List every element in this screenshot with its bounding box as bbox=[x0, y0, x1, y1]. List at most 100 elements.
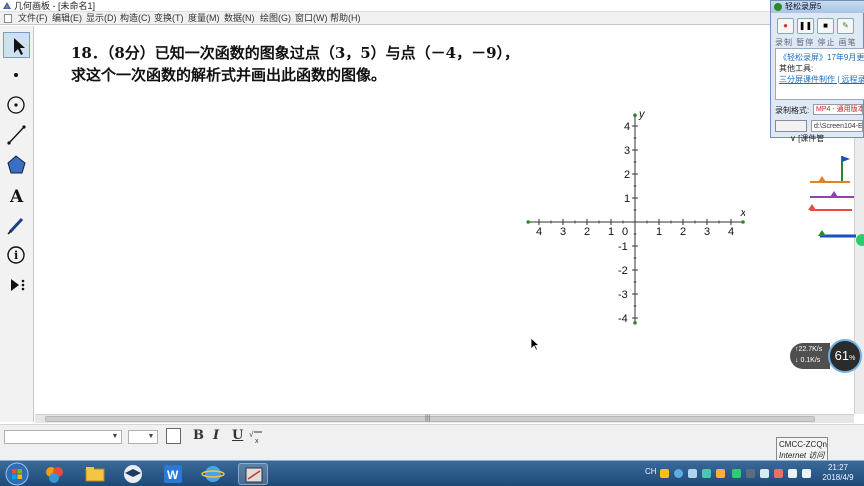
x-axis-start-point bbox=[526, 220, 530, 224]
mouse-cursor-icon bbox=[530, 337, 540, 351]
tray-settings-icon[interactable] bbox=[688, 469, 697, 478]
arrow-icon bbox=[14, 38, 25, 55]
menu-help[interactable]: 帮助(H) bbox=[330, 12, 361, 25]
taskbar-app-browser[interactable] bbox=[198, 463, 228, 485]
menu-transform[interactable]: 变换(T) bbox=[154, 12, 184, 25]
arrow-select-tool[interactable] bbox=[3, 32, 30, 58]
tray-display-icon[interactable] bbox=[760, 469, 769, 478]
courseware-toggle[interactable]: ∨ [课件管 bbox=[790, 133, 824, 144]
stop-button[interactable]: ■ bbox=[817, 18, 834, 34]
scroll-grip-icon: ||| bbox=[425, 415, 431, 422]
tray-app-icon[interactable] bbox=[702, 469, 711, 478]
svg-text:W: W bbox=[167, 468, 179, 482]
segment-icon bbox=[7, 125, 26, 145]
y-tick-label: -4 bbox=[618, 313, 628, 325]
underline-button[interactable]: U bbox=[232, 428, 243, 444]
compass-tool[interactable] bbox=[3, 92, 30, 118]
window-titlebar: 几何画板 - [未命名1] bbox=[0, 0, 864, 12]
taskbar-app-graduation[interactable] bbox=[118, 463, 148, 485]
window-title: 几何画板 - [未命名1] bbox=[14, 1, 96, 11]
courseware-flags-widget[interactable] bbox=[804, 152, 864, 252]
menu-display[interactable]: 显示(D) bbox=[86, 12, 117, 25]
text-tool[interactable]: A bbox=[3, 182, 30, 208]
point-tool[interactable] bbox=[3, 62, 30, 88]
app-icon bbox=[3, 2, 11, 9]
x-tick-label: 3 bbox=[560, 226, 566, 238]
windows-logo-icon bbox=[5, 462, 29, 486]
record-format-select[interactable]: MP4 - 通用版本 bbox=[813, 104, 863, 115]
tray-shield-icon[interactable] bbox=[774, 469, 783, 478]
circle-icon bbox=[7, 96, 25, 114]
taskbar-app-color[interactable] bbox=[40, 463, 70, 485]
recorder-info-panel: 《轻松录屏》17年9月更新 其他工具: 三分屏课件制作 | 远程录制 bbox=[775, 48, 864, 100]
x-tick-label: 1 bbox=[608, 226, 614, 238]
toolbox: A i bbox=[0, 26, 34, 422]
taskbar-clock[interactable]: 21:27 2018/4/9 bbox=[816, 463, 860, 483]
information-tool[interactable]: i bbox=[3, 242, 30, 268]
upload-speed: ↑22.7K/s bbox=[795, 346, 823, 353]
italic-button[interactable]: I bbox=[213, 428, 219, 444]
x-tick-label: 4 bbox=[728, 226, 734, 238]
network-speed-meter[interactable]: ↑22.7K/s ↓ 0.1K/s 61% bbox=[790, 339, 864, 373]
other-tools-links[interactable]: 三分屏课件制作 | 远程录制 bbox=[779, 74, 864, 85]
save-path-field[interactable]: d:\Screen104-E bbox=[811, 120, 863, 132]
taskbar-app-explorer[interactable] bbox=[80, 463, 110, 485]
tray-volume-icon[interactable] bbox=[802, 469, 811, 478]
y-axis-end-point bbox=[633, 113, 637, 117]
x-axis-end-point bbox=[741, 220, 745, 224]
sketch-canvas[interactable]: 18．（8分）已知一次函数的图象过点（3，5）与点（－4，－9）， 求这个一次函… bbox=[35, 26, 854, 414]
tray-ime-icon[interactable] bbox=[660, 469, 669, 478]
tray-app2-icon[interactable] bbox=[716, 469, 725, 478]
x-axis-label: x bbox=[740, 207, 745, 219]
graduation-cap-icon bbox=[124, 465, 142, 483]
tray-network-icon[interactable] bbox=[788, 469, 797, 478]
polygon-tool[interactable] bbox=[3, 152, 30, 178]
text-color-button[interactable] bbox=[166, 428, 181, 444]
menu-window[interactable]: 窗口(W) bbox=[295, 12, 328, 25]
y-tick-label: 4 bbox=[624, 121, 630, 133]
font-size-select[interactable]: ▼ bbox=[128, 430, 158, 444]
save-path-button[interactable] bbox=[775, 120, 807, 132]
recorder-title[interactable]: 轻松录屏5 bbox=[771, 1, 864, 13]
language-indicator[interactable]: CH bbox=[645, 467, 657, 476]
menu-file[interactable]: 文件(F) bbox=[18, 12, 48, 25]
browser-icon bbox=[201, 466, 225, 482]
screen-recorder-window: 轻松录屏5 ● ❚❚ ■ ✎ 录制 暂停 停止 画笔 《轻松录屏》17年9月更新… bbox=[770, 0, 864, 138]
tray-help-icon[interactable] bbox=[674, 469, 683, 478]
menu-data[interactable]: 数据(N) bbox=[224, 12, 255, 25]
menu-edit[interactable]: 编辑(E) bbox=[52, 12, 82, 25]
y-tick-label: 3 bbox=[624, 145, 630, 157]
recorder-logo-icon bbox=[774, 3, 782, 11]
taskbar-app-word[interactable]: W bbox=[158, 463, 188, 485]
problem-line-2: 求这个一次函数的解析式并画出此函数的图像。 bbox=[71, 66, 387, 84]
math-format-icon[interactable]: √x bbox=[248, 428, 264, 444]
recorder-control-labels: 录制 暂停 停止 画笔 bbox=[775, 38, 857, 47]
tray-flag-icon[interactable] bbox=[746, 469, 755, 478]
problem-text: 18．（8分）已知一次函数的图象过点（3，5）与点（－4，－9）， 求这个一次函… bbox=[71, 42, 519, 86]
font-select[interactable]: ▼ bbox=[4, 430, 122, 444]
tray-recorder-icon[interactable] bbox=[732, 469, 741, 478]
start-button[interactable] bbox=[4, 462, 30, 486]
pen-icon: ✎ bbox=[842, 21, 849, 30]
svg-text:√: √ bbox=[249, 430, 254, 439]
polygon-icon bbox=[7, 155, 26, 174]
sketchpad-icon bbox=[245, 467, 263, 483]
network-speed-box: ↑22.7K/s ↓ 0.1K/s bbox=[790, 343, 830, 369]
custom-tools[interactable] bbox=[3, 272, 30, 298]
straightedge-tool[interactable] bbox=[3, 122, 30, 148]
taskbar: W CH 21:27 2018/4/9 bbox=[0, 460, 864, 486]
horizontal-scrollbar[interactable]: ||| bbox=[35, 414, 854, 423]
record-button[interactable]: ● bbox=[777, 18, 794, 34]
menu-construct[interactable]: 构造(C) bbox=[120, 12, 151, 25]
menu-measure[interactable]: 度量(M) bbox=[188, 12, 220, 25]
memory-percent: 61 bbox=[834, 348, 850, 363]
pen-button[interactable]: ✎ bbox=[837, 18, 854, 34]
bold-button[interactable]: B bbox=[193, 428, 204, 444]
pause-button[interactable]: ❚❚ bbox=[797, 18, 814, 34]
play-more-icon bbox=[11, 279, 25, 291]
menu-graph[interactable]: 绘图(G) bbox=[260, 12, 291, 25]
taskbar-app-sketchpad[interactable] bbox=[238, 463, 268, 485]
promo-title[interactable]: 《轻松录屏》17年9月更新 bbox=[779, 52, 864, 63]
point-icon bbox=[14, 73, 18, 77]
marker-tool[interactable] bbox=[3, 212, 30, 238]
